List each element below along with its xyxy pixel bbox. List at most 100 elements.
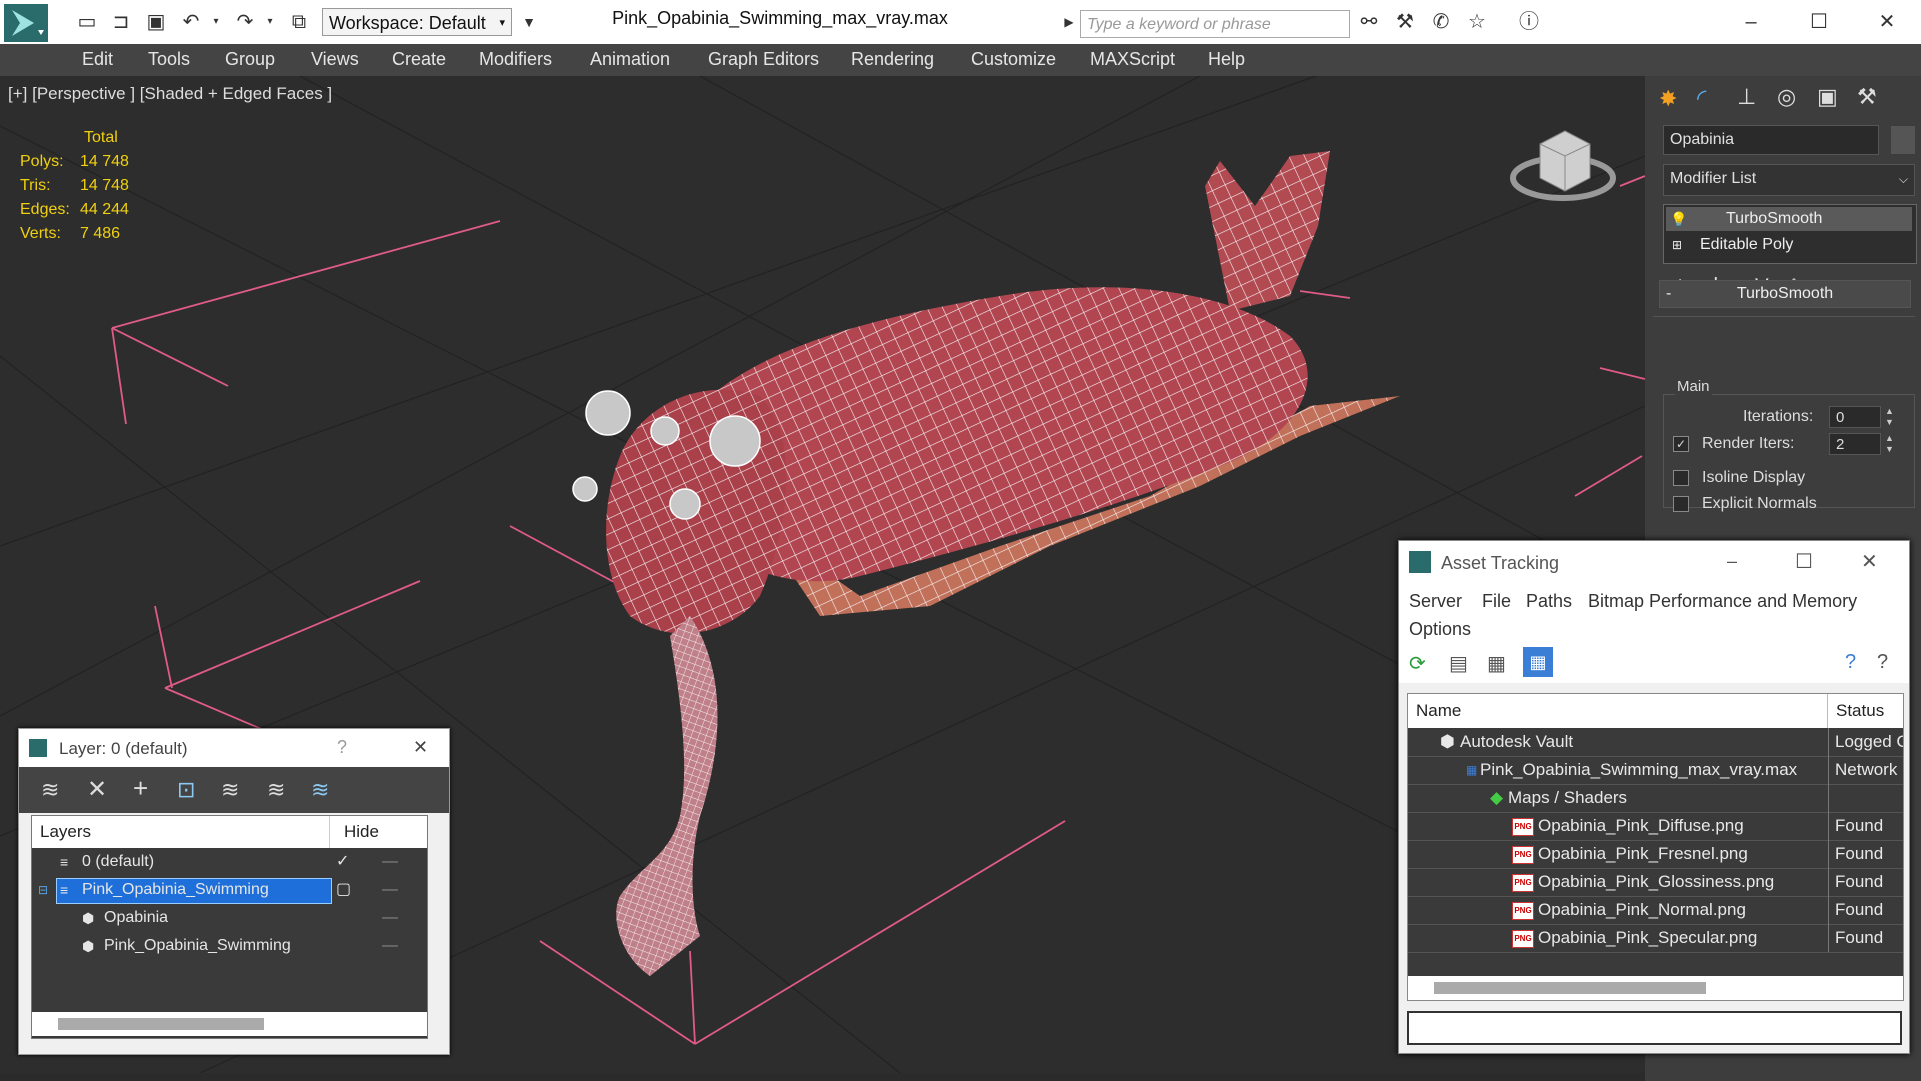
asset-window-titlebar[interactable]: Asset Tracking – ☐ ✕ [1399,541,1909,585]
modify-tab-icon[interactable]: ◜ [1697,84,1706,113]
modifier-list-dropdown[interactable]: Modifier List ⌵ [1663,164,1915,196]
table-row[interactable]: PNG Opabinia_Pink_Normal.png Found [1408,896,1903,925]
layer-window-titlebar[interactable]: Layer: 0 (default) ? ✕ [19,729,449,767]
menu-file[interactable]: File [1482,591,1511,612]
render-iters-checkbox[interactable]: ✓ [1673,436,1689,452]
scrollbar-thumb[interactable] [1434,982,1706,994]
undo-dropdown-icon[interactable]: ▾ [205,11,227,33]
table-row[interactable]: ▦ Pink_Opabinia_Swimming_max_vray.max Ne… [1408,756,1903,785]
layer-row-selected[interactable]: ⊟ ≡ Pink_Opabinia_Swimming ▢ — [32,876,427,904]
stack-item-turbosmooth[interactable]: 💡 TurboSmooth [1666,207,1912,231]
asset-path-field[interactable] [1407,1011,1902,1045]
menu-group[interactable]: Group [225,49,275,70]
minimize-icon[interactable]: – [1740,11,1762,33]
list-view-icon[interactable]: ▤ [1449,651,1468,676]
search-expand-icon[interactable]: ▶ [1058,11,1080,33]
menu-tools[interactable]: Tools [148,49,190,70]
table-row[interactable]: ◆ Maps / Shaders [1408,784,1903,813]
workspace-menu-icon[interactable]: ▼ [518,11,540,33]
workspace-select[interactable]: Workspace: Default ▾ [322,8,512,36]
minimize-icon[interactable]: – [1727,551,1737,572]
menu-server[interactable]: Server [1409,591,1462,612]
menu-bitmap-performance[interactable]: Bitmap Performance and Memory [1588,591,1857,612]
refresh-icon[interactable]: ⟳ [1409,651,1426,676]
layer-row[interactable]: ≡ 0 (default) ✓ — [32,848,427,876]
maximize-icon[interactable]: ☐ [1795,549,1813,574]
help-icon[interactable]: ⓘ [1518,11,1540,33]
project-icon[interactable]: ⧉ [288,11,310,33]
horizontal-scrollbar[interactable] [1408,976,1903,1000]
scrollbar-thumb[interactable] [58,1018,264,1030]
hide-toggle-icon[interactable]: — [382,876,398,904]
close-icon[interactable]: ✕ [413,737,428,758]
table-row[interactable]: ⬢ Autodesk Vault Logged O [1408,728,1903,757]
motion-tab-icon[interactable]: ◎ [1777,84,1796,110]
explicit-normals-checkbox[interactable] [1673,496,1689,512]
highlight-layer-icon[interactable]: ≋ [221,777,239,803]
table-row[interactable]: PNG Opabinia_Pink_Specular.png Found [1408,924,1903,953]
menu-animation[interactable]: Animation [590,49,670,70]
spinner-arrows-icon[interactable]: ▲ ▼ [1885,406,1894,428]
isoline-display-checkbox[interactable] [1673,470,1689,486]
expand-icon[interactable]: ⊞ [1672,233,1682,257]
table-row[interactable]: PNG Opabinia_Pink_Fresnel.png Found [1408,840,1903,869]
delete-layer-icon[interactable]: ✕ [87,775,107,804]
table-row[interactable]: PNG Opabinia_Pink_Diffuse.png Found [1408,812,1903,841]
redo-icon[interactable]: ↷ [234,11,256,33]
help-icon[interactable]: ? [337,737,347,758]
iterations-spinner[interactable]: 0 [1829,406,1881,428]
horizontal-scrollbar[interactable] [32,1012,427,1036]
table-view-icon[interactable]: ▦ [1523,647,1553,677]
select-objects-icon[interactable]: ⊡ [177,777,195,803]
table-row[interactable]: PNG Opabinia_Pink_Glossiness.png Found [1408,868,1903,897]
hide-toggle-icon[interactable]: — [382,848,398,876]
freeze-all-icon[interactable]: ≋ [311,777,329,803]
save-icon[interactable]: ▣ [145,11,167,33]
menu-customize[interactable]: Customize [971,49,1056,70]
help-icon[interactable]: ? [1845,651,1856,674]
hide-toggle-icon[interactable]: — [382,932,398,960]
sign-in-icon[interactable]: ✆ [1430,11,1452,33]
render-iters-spinner[interactable]: 2 [1829,433,1881,455]
undo-icon[interactable]: ↶ [180,11,202,33]
maximize-icon[interactable]: ☐ [1808,11,1830,33]
menu-maxscript[interactable]: MAXScript [1090,49,1175,70]
light-bulb-icon[interactable]: 💡 [1670,207,1687,231]
layer-row[interactable]: ⬢ Pink_Opabinia_Swimming — [32,932,427,960]
tools-icon[interactable]: ⚒ [1394,11,1416,33]
create-tab-icon[interactable]: ✸ [1659,86,1677,112]
hide-all-icon[interactable]: ≋ [267,777,285,803]
active-layer-check-icon[interactable]: ✓ [336,848,349,876]
collapse-icon[interactable]: ⊟ [38,876,48,904]
binoculars-icon[interactable]: ⚯ [1358,11,1380,33]
menu-modifiers[interactable]: Modifiers [479,49,552,70]
col-hide-header[interactable]: Hide [330,816,427,848]
redo-dropdown-icon[interactable]: ▾ [259,11,281,33]
col-status-header[interactable]: Status [1828,694,1903,728]
stack-item-editable-poly[interactable]: ⊞ Editable Poly [1666,233,1912,257]
menu-help[interactable]: Help [1208,49,1245,70]
menu-paths[interactable]: Paths [1526,591,1572,612]
settings-help-icon[interactable]: ? [1877,651,1888,674]
favorites-star-icon[interactable]: ☆ [1466,11,1488,33]
col-name-header[interactable]: Name [1408,694,1828,728]
spinner-arrows-icon[interactable]: ▲ ▼ [1885,433,1894,455]
thumbnail-view-icon[interactable]: ▦ [1487,651,1506,676]
add-to-layer-icon[interactable]: + [133,773,148,804]
menu-create[interactable]: Create [392,49,446,70]
utilities-tab-icon[interactable]: ⚒ [1857,84,1877,110]
layer-row[interactable]: ⬢ Opabinia — [32,904,427,932]
turbosmooth-rollout-header[interactable]: - TurboSmooth [1659,280,1911,308]
hierarchy-tab-icon[interactable]: ⊥ [1737,84,1756,110]
new-layer-icon[interactable]: ≋ [41,777,59,803]
rollout-collapse-toggle[interactable]: - [1666,281,1671,307]
object-name-field[interactable]: Opabinia [1663,125,1879,155]
close-icon[interactable]: ✕ [1876,11,1898,33]
col-layers-header[interactable]: Layers [32,816,330,848]
menu-options[interactable]: Options [1409,619,1471,640]
hide-toggle-icon[interactable]: — [382,904,398,932]
search-input[interactable]: Type a keyword or phrase [1080,10,1350,38]
open-file-icon[interactable]: ⊐ [110,11,132,33]
new-file-icon[interactable]: ▭ [76,11,98,33]
menu-rendering[interactable]: Rendering [851,49,934,70]
